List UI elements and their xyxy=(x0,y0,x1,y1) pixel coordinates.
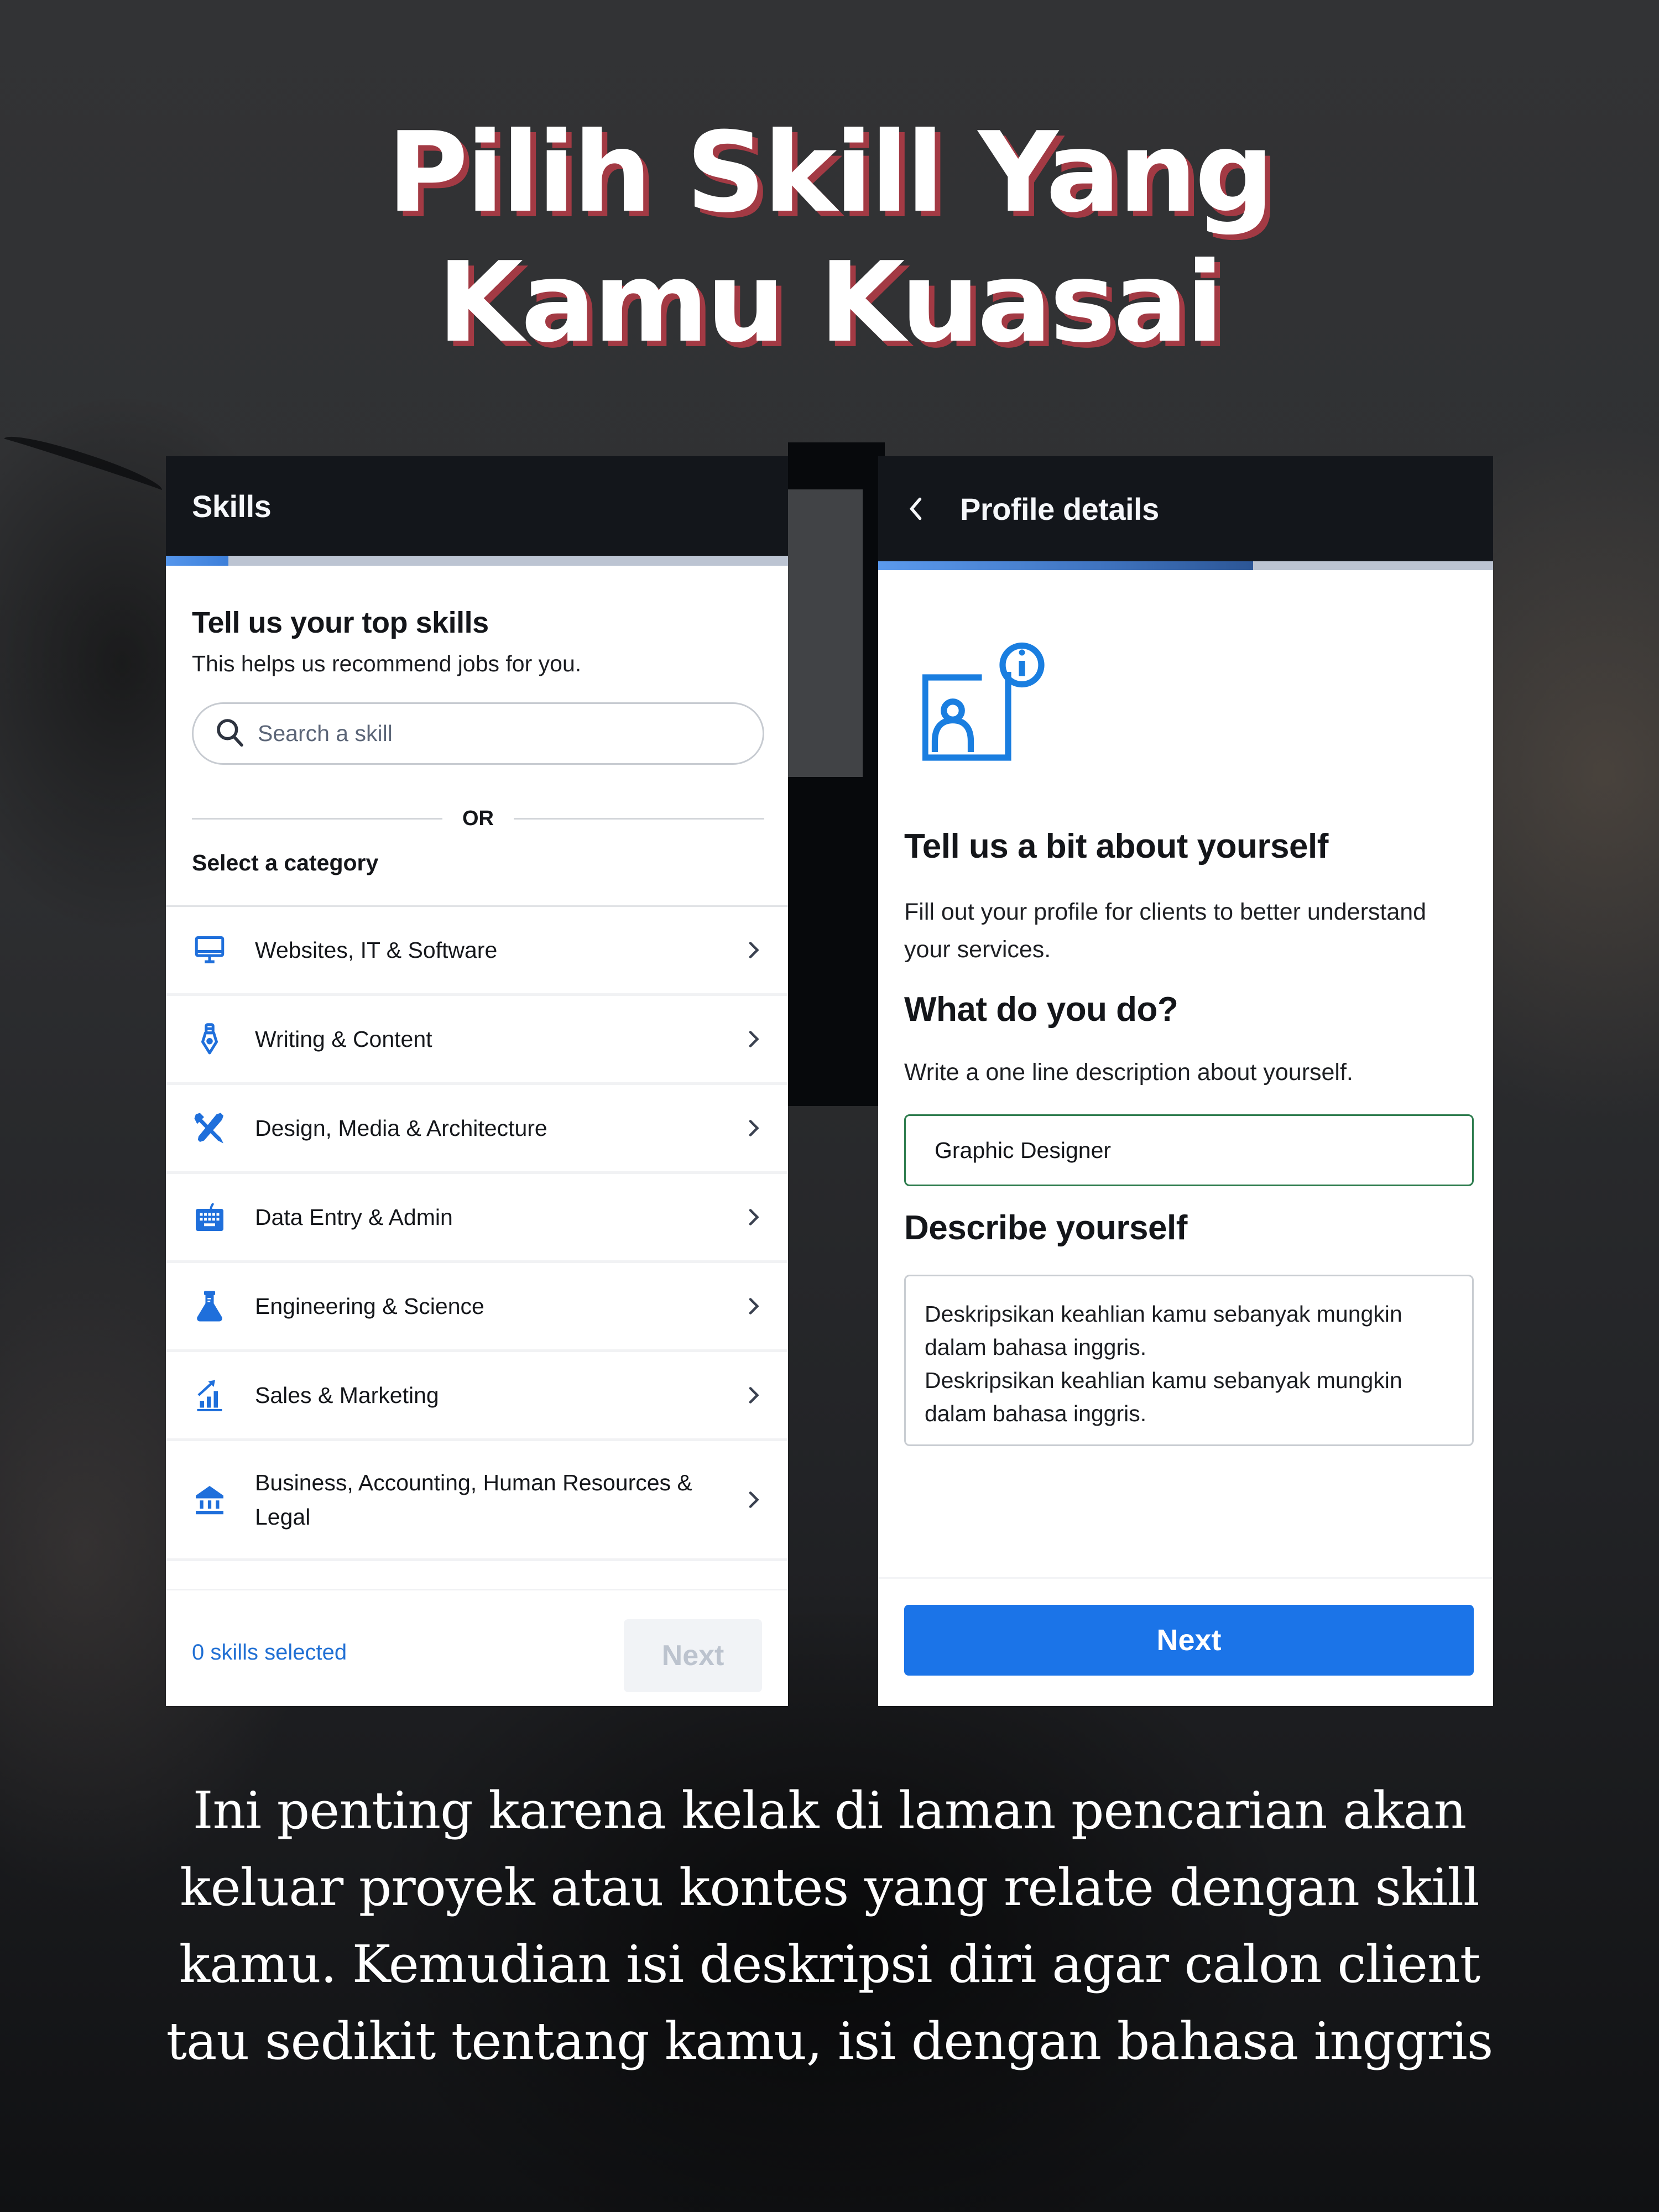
profile-header: Profile details xyxy=(878,456,1493,561)
design-tools-icon xyxy=(192,1110,227,1146)
category-label: Select a category xyxy=(192,850,379,875)
category-item-sales-marketing[interactable]: Sales & Marketing xyxy=(166,1352,788,1441)
category-label: Websites, IT & Software xyxy=(255,937,498,963)
headline-line-2: Kamu Kuasai xyxy=(437,238,1224,367)
profile-progress-bar xyxy=(878,561,1493,570)
or-label: OR xyxy=(462,806,494,830)
category-label: Design, Media & Architecture xyxy=(255,1115,547,1141)
headline: Pilih Skill Yang Kamu Kuasai xyxy=(0,108,1659,368)
profile-footer: Next xyxy=(878,1577,1493,1706)
skills-footer: 0 skills selected Next xyxy=(166,1589,788,1706)
skills-heading: Tell us your top skills xyxy=(192,606,489,639)
describe-yourself-heading: Describe yourself xyxy=(904,1209,1187,1247)
describe-yourself-textarea[interactable]: Deskripsikan keahlian kamu sebanyak mung… xyxy=(904,1275,1474,1446)
one-line-description-input[interactable] xyxy=(904,1114,1474,1186)
category-item-engineering-science[interactable]: Engineering & Science xyxy=(166,1263,788,1352)
chevron-right-icon xyxy=(745,1489,761,1511)
skills-selected-count: 0 skills selected xyxy=(192,1640,347,1665)
category-item-websites-it-software[interactable]: Websites, IT & Software xyxy=(166,907,788,996)
chevron-right-icon xyxy=(745,1295,761,1317)
search-icon xyxy=(215,717,246,750)
skills-screen: Skills Tell us your top skills This help… xyxy=(166,456,788,1706)
divider-line-right xyxy=(514,817,764,820)
skills-progress-fill xyxy=(166,556,228,566)
caption-line: keluar proyek atau kontes yang relate de… xyxy=(180,1858,1479,1917)
skills-header-title: Skills xyxy=(192,488,272,524)
flask-icon xyxy=(192,1288,227,1324)
skills-subheading: This helps us recommend jobs for you. xyxy=(192,651,582,676)
search-placeholder: Search a skill xyxy=(258,721,393,746)
what-do-you-do-hint: Write a one line description about yours… xyxy=(904,1059,1353,1086)
chevron-right-icon xyxy=(745,1117,761,1139)
divider-line-left xyxy=(192,817,442,820)
category-label: Business, Accounting, Human Resources & … xyxy=(255,1470,692,1530)
caption: Ini penting karena kelak di laman pencar… xyxy=(0,1772,1659,2080)
what-do-you-do-heading: What do you do? xyxy=(904,990,1178,1029)
profile-details-screen: Profile details Tell us a bit about your… xyxy=(878,456,1493,1706)
category-label: Engineering & Science xyxy=(255,1293,484,1319)
monitor-icon xyxy=(192,932,227,968)
category-item-data-entry-admin[interactable]: Data Entry & Admin xyxy=(166,1174,788,1263)
caption-line: tau sedikit tentang kamu, isi dengan bah… xyxy=(166,2011,1494,2071)
caption-line: Ini penting karena kelak di laman pencar… xyxy=(192,1781,1467,1840)
caption-line: kamu. Kemudian isi deskripsi diri agar c… xyxy=(179,1934,1481,1994)
skill-search-input[interactable]: Search a skill xyxy=(192,702,764,765)
skills-next-button[interactable]: Next xyxy=(624,1619,762,1692)
chevron-left-icon xyxy=(909,497,922,520)
bank-icon xyxy=(192,1482,227,1517)
keyboard-icon xyxy=(192,1199,227,1235)
category-label: Sales & Marketing xyxy=(255,1383,439,1408)
category-label: Data Entry & Admin xyxy=(255,1204,453,1230)
pen-nib-icon xyxy=(192,1021,227,1057)
or-divider: OR xyxy=(192,802,764,835)
headline-line-1: Pilih Skill Yang xyxy=(387,108,1274,237)
chart-growth-icon xyxy=(192,1378,227,1413)
category-item-business-accounting-hr-legal[interactable]: Business, Accounting, Human Resources & … xyxy=(166,1441,788,1561)
category-item-design-media-architecture[interactable]: Design, Media & Architecture xyxy=(166,1085,788,1174)
profile-info-icon xyxy=(922,636,1061,763)
profile-intro: Fill out your profile for clients to bet… xyxy=(904,899,1427,963)
profile-heading: Tell us a bit about yourself xyxy=(904,827,1328,865)
category-item-writing-content[interactable]: Writing & Content xyxy=(166,996,788,1085)
skills-progress-bar xyxy=(166,556,788,566)
chevron-right-icon xyxy=(745,1384,761,1406)
category-list: Websites, IT & Software Writing & Conten… xyxy=(166,905,788,1561)
chevron-right-icon xyxy=(745,1206,761,1228)
skills-header: Skills xyxy=(166,456,788,556)
background-laptop-screen xyxy=(788,489,863,777)
back-button[interactable] xyxy=(905,492,927,525)
chevron-right-icon xyxy=(745,1028,761,1050)
profile-next-button[interactable]: Next xyxy=(904,1605,1474,1676)
chevron-right-icon xyxy=(745,939,761,961)
profile-progress-fill xyxy=(878,561,1254,570)
category-label: Writing & Content xyxy=(255,1026,432,1052)
profile-header-title: Profile details xyxy=(960,491,1159,526)
